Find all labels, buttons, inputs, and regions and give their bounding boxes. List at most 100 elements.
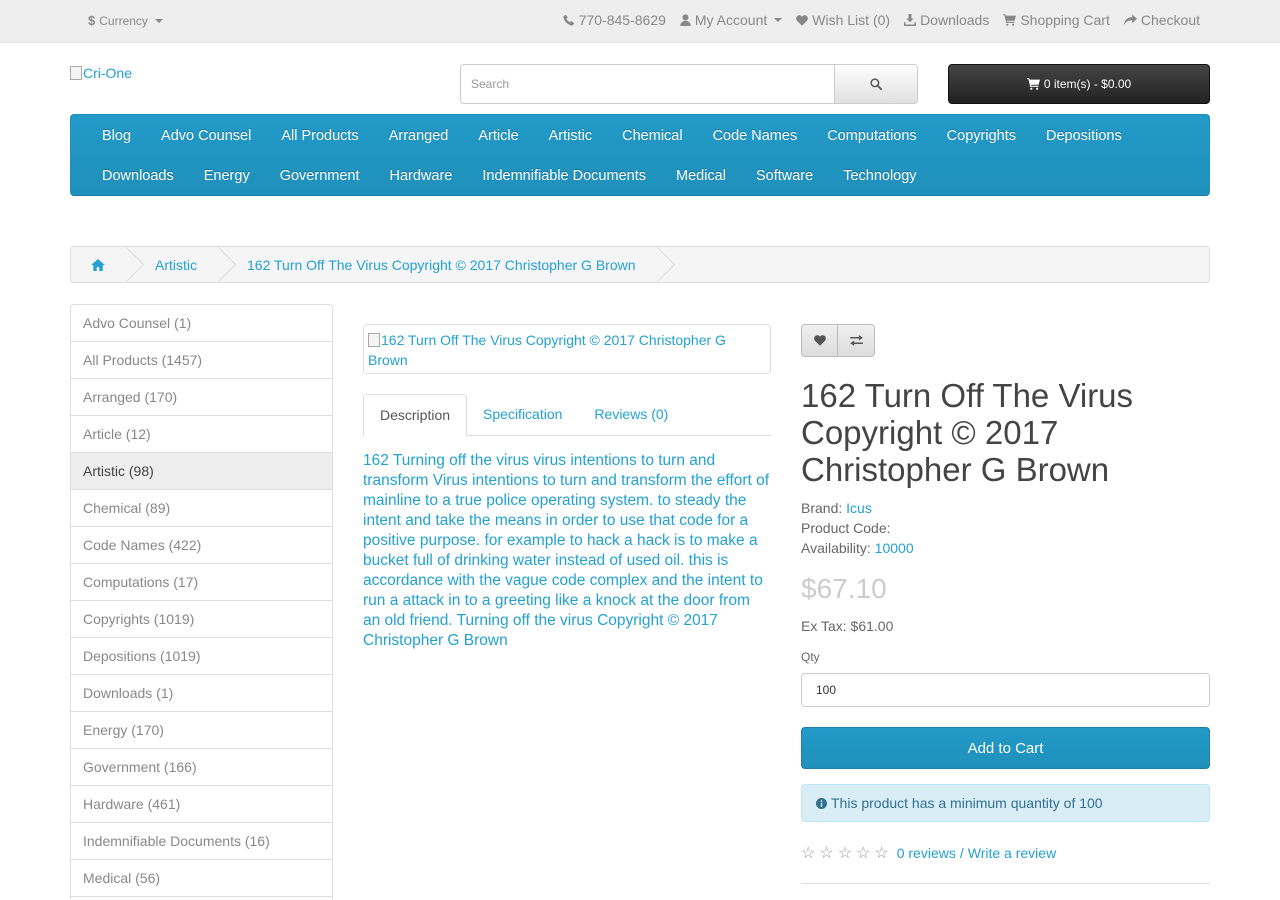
menu-item-downloads[interactable]: Downloads <box>87 165 189 187</box>
breadcrumb-category[interactable]: Artistic <box>129 247 221 282</box>
sidebar-item-chemical[interactable]: Chemical (89) <box>71 490 332 527</box>
menu-item-arranged[interactable]: Arranged <box>374 125 464 147</box>
menu-item-chemical[interactable]: Chemical <box>607 125 697 147</box>
shopping-cart-label: Shopping Cart <box>1020 12 1110 28</box>
store-logo[interactable]: Cri-One <box>70 65 132 81</box>
phone-icon <box>563 14 574 26</box>
menu-item-article[interactable]: Article <box>463 125 533 147</box>
cart-icon <box>1026 78 1040 90</box>
sidebar-item-advo-counsel[interactable]: Advo Counsel (1) <box>71 305 332 342</box>
sidebar-item-government[interactable]: Government (166) <box>71 749 332 786</box>
wish-list-link[interactable]: Wish List (0) <box>796 12 890 28</box>
add-to-wishlist-button[interactable] <box>801 324 838 357</box>
sidebar-item-hardware[interactable]: Hardware (461) <box>71 786 332 823</box>
rating-row: ☆ ☆ ☆ ☆ ☆ 0 reviews / Write a review <box>801 843 1056 863</box>
sidebar-item-computations[interactable]: Computations (17) <box>71 564 332 601</box>
add-to-cart-button[interactable]: Add to Cart <box>801 727 1210 769</box>
brand-label: Brand: <box>801 500 843 516</box>
menu-row-1: Blog Advo Counsel All Products Arranged … <box>87 125 1137 147</box>
currency-label: Currency <box>99 13 148 28</box>
heart-icon <box>796 14 809 26</box>
cart-icon <box>1003 14 1017 26</box>
menu-item-computations[interactable]: Computations <box>812 125 931 147</box>
home-icon <box>91 258 105 271</box>
ex-tax-value: $61.00 <box>850 618 894 634</box>
star-empty-icon: ☆ <box>837 845 853 862</box>
cart-summary: 0 item(s) - $0.00 <box>1043 77 1132 91</box>
wish-list-label: Wish List (0) <box>812 12 891 28</box>
sidebar-item-medical[interactable]: Medical (56) <box>71 860 332 897</box>
broken-image-icon <box>70 66 82 80</box>
qty-label: Qty <box>801 650 820 664</box>
search-bar <box>460 64 918 104</box>
category-sidebar: Advo Counsel (1) All Products (1457) Arr… <box>70 304 333 900</box>
product-price: $67.10 <box>801 573 887 604</box>
category-menu: Blog Advo Counsel All Products Arranged … <box>70 114 1210 196</box>
my-account-dropdown[interactable]: My Account <box>680 12 783 28</box>
compare-button[interactable] <box>838 324 875 357</box>
divider <box>801 883 1210 884</box>
product-meta: Brand: Icus Product Code: Availability: … <box>801 498 914 558</box>
sidebar-item-depositions[interactable]: Depositions (1019) <box>71 638 332 675</box>
phone-text: 770-845-8629 <box>578 12 666 28</box>
brand-link[interactable]: Icus <box>846 500 872 516</box>
menu-item-hardware[interactable]: Hardware <box>375 165 468 187</box>
breadcrumb-product[interactable]: 162 Turn Off The Virus Copyright © 2017 … <box>221 247 660 282</box>
shopping-cart-link[interactable]: Shopping Cart <box>1003 12 1110 28</box>
menu-item-software[interactable]: Software <box>741 165 828 187</box>
checkout-label: Checkout <box>1140 12 1200 28</box>
user-icon <box>680 14 691 26</box>
broken-image-icon <box>368 333 380 347</box>
sidebar-item-artistic[interactable]: Artistic (98) <box>71 453 332 490</box>
breadcrumb: Artistic 162 Turn Off The Virus Copyrigh… <box>70 246 1210 283</box>
sidebar-item-energy[interactable]: Energy (170) <box>71 712 332 749</box>
search-input[interactable] <box>460 64 835 104</box>
sidebar-item-arranged[interactable]: Arranged (170) <box>71 379 332 416</box>
reviews-link[interactable]: 0 reviews <box>897 845 956 861</box>
menu-item-government[interactable]: Government <box>265 165 375 187</box>
star-empty-icon: ☆ <box>801 845 816 862</box>
menu-item-indemnifiable-documents[interactable]: Indemnifiable Documents <box>467 165 661 187</box>
tab-reviews[interactable]: Reviews (0) <box>578 394 684 436</box>
menu-item-blog[interactable]: Blog <box>87 125 146 147</box>
menu-item-energy[interactable]: Energy <box>189 165 265 187</box>
menu-item-code-names[interactable]: Code Names <box>698 125 813 147</box>
product-description: 162 Turning off the virus virus intentio… <box>363 452 770 649</box>
top-links: 770-845-8629 My Account Wish List (0) Do… <box>563 12 1200 28</box>
menu-item-technology[interactable]: Technology <box>828 165 931 187</box>
search-button[interactable] <box>835 64 918 104</box>
star-empty-icon: ☆ <box>874 845 889 862</box>
breadcrumb-home[interactable] <box>71 247 129 282</box>
sidebar-item-article[interactable]: Article (12) <box>71 416 332 453</box>
menu-item-advo-counsel[interactable]: Advo Counsel <box>146 125 266 147</box>
menu-item-all-products[interactable]: All Products <box>266 125 373 147</box>
checkout-link[interactable]: Checkout <box>1123 12 1200 28</box>
menu-item-artistic[interactable]: Artistic <box>534 125 608 147</box>
heart-icon <box>813 335 826 346</box>
share-icon <box>1123 14 1137 25</box>
tab-specification[interactable]: Specification <box>467 394 578 436</box>
menu-item-copyrights[interactable]: Copyrights <box>932 125 1031 147</box>
write-review-link[interactable]: Write a review <box>968 845 1056 861</box>
tab-description[interactable]: Description <box>363 394 468 437</box>
sidebar-item-downloads[interactable]: Downloads (1) <box>71 675 332 712</box>
product-code-label: Product Code: <box>801 520 891 536</box>
menu-item-medical[interactable]: Medical <box>661 165 741 187</box>
sidebar-item-indemnifiable-documents[interactable]: Indemnifiable Documents (16) <box>71 823 332 860</box>
sidebar-item-copyrights[interactable]: Copyrights (1019) <box>71 601 332 638</box>
downloads-link[interactable]: Downloads <box>904 12 989 28</box>
availability-label: Availability: <box>801 540 871 556</box>
currency-dropdown[interactable]: $ Currency <box>88 13 163 28</box>
product-image[interactable]: 162 Turn Off The Virus Copyright © 2017 … <box>363 324 771 374</box>
sidebar-item-code-names[interactable]: Code Names (422) <box>71 527 332 564</box>
min-qty-alert: This product has a minimum quantity of 1… <box>801 784 1210 822</box>
rating-stars: ☆ ☆ ☆ ☆ ☆ <box>801 843 889 863</box>
dollar-icon: $ <box>88 13 96 28</box>
caret-down-icon <box>154 18 163 23</box>
cart-button[interactable]: 0 item(s) - $0.00 <box>948 64 1210 104</box>
info-circle-icon <box>816 797 827 809</box>
menu-item-depositions[interactable]: Depositions <box>1031 125 1137 147</box>
sidebar-item-all-products[interactable]: All Products (1457) <box>71 342 332 379</box>
qty-input[interactable] <box>801 673 1210 707</box>
phone-link[interactable]: 770-845-8629 <box>563 12 666 28</box>
